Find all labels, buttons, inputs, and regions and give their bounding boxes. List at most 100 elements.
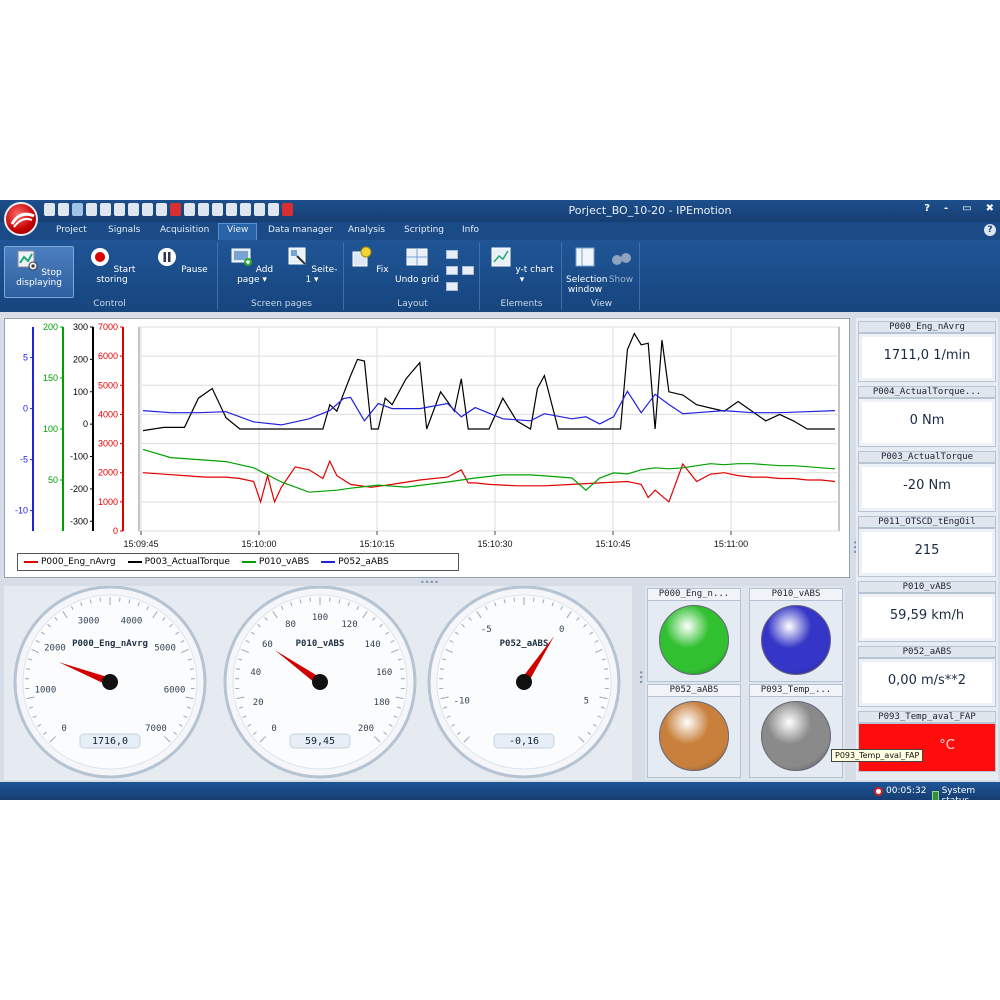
yt-chart[interactable]: 15:09:45 15:10:00 15:10:15 15:10:30 15:10:45… — [5, 319, 851, 579]
application-logo-icon[interactable] — [4, 202, 38, 236]
tab-analysis[interactable]: Analysis — [348, 225, 385, 235]
window-minimize-button[interactable]: - — [944, 203, 948, 214]
tab-info[interactable]: Info — [462, 225, 479, 235]
gauge-tick-label: 200 — [358, 724, 374, 734]
tab-view[interactable]: View — [218, 223, 258, 240]
value-box[interactable]: P011_OTSCD_tEngOil 215 — [858, 516, 996, 579]
start-storing-button[interactable]: Start storing — [80, 246, 144, 285]
value-box[interactable]: P093_Temp_aval_FAP °C — [858, 711, 996, 774]
undo-grid-label: Undo grid — [395, 275, 439, 285]
y-tick-label: 150 — [43, 373, 58, 383]
gauge-tick — [399, 668, 405, 670]
gauge-tick-label: 4000 — [121, 617, 143, 627]
yt-chart-button[interactable]: y-t chart ▾ — [490, 246, 554, 285]
value-box-value: 59,59 km/h — [858, 593, 996, 642]
legend-swatch — [321, 561, 336, 563]
window-help-button[interactable]: ? — [924, 203, 930, 214]
lamp-label: P052_aABS — [648, 685, 740, 697]
add-page-button[interactable]: Add page ▾ — [224, 246, 280, 285]
value-box[interactable]: P003_ActualTorque -20 Nm — [858, 451, 996, 514]
value-box-value: 0,00 m/s**2 — [858, 658, 996, 707]
y-tick-label: -200 — [70, 484, 88, 494]
pause-button[interactable]: Pause — [152, 246, 212, 275]
value-box[interactable]: P004_ActualTorque... 0 Nm — [858, 386, 996, 449]
seite-1-button[interactable]: Seite-1 ▾ — [284, 246, 340, 285]
gauge-hub — [102, 674, 118, 690]
stop-displaying-button[interactable]: Stop displaying — [4, 246, 74, 298]
y-tick-label: 3000 — [98, 439, 118, 449]
system-status-text: System status — [941, 786, 976, 800]
x-tick-label: 15:10:15 — [359, 539, 394, 549]
system-status[interactable]: System status — [932, 786, 1000, 800]
lamp-indicator[interactable]: P010_vABS — [749, 588, 843, 682]
tab-acquisition[interactable]: Acquisition — [160, 225, 209, 235]
layout-horizontal-icon[interactable] — [446, 266, 458, 275]
gauge-value: -0,16 — [509, 736, 539, 747]
gauge-tick — [25, 668, 31, 670]
gauge-tick-label: 160 — [376, 668, 392, 678]
legend-label: P003_ActualTorque — [144, 557, 230, 567]
layout-split-icon[interactable] — [446, 250, 458, 259]
y-tick-label: 200 — [73, 354, 88, 364]
title-bar: Porject_BO_10-20 - IPEmotion ? - ▭ ✖ — [0, 200, 1000, 222]
y-tick-label: 100 — [73, 387, 88, 397]
layout-vertical-icon[interactable] — [462, 266, 474, 275]
yt-chart-label: y-t chart ▾ — [515, 265, 554, 285]
lamp-indicator[interactable]: P000_Eng_n... — [647, 588, 741, 682]
selection-window-button[interactable]: Selection window — [566, 246, 607, 295]
start-storing-label: Start storing — [96, 265, 136, 285]
gauge-tick-label: 5000 — [154, 643, 176, 653]
gauge-tick-label: 100 — [312, 613, 328, 623]
fix-button[interactable]: Fix — [350, 246, 390, 275]
help-icon[interactable]: ? — [984, 224, 996, 236]
window-restore-button[interactable]: ▭ — [962, 203, 971, 214]
recording-timer: 00:05:32 — [874, 786, 926, 796]
gauge-tick-label: 120 — [341, 620, 357, 630]
gauge-tick — [603, 668, 609, 670]
window-close-button[interactable]: ✖ — [986, 203, 994, 214]
y-tick-label: 6000 — [98, 351, 118, 361]
undo-grid-button[interactable]: Undo grid — [394, 246, 440, 285]
legend-swatch — [241, 561, 256, 563]
stop-displaying-icon — [17, 250, 38, 271]
layout-rows-icon[interactable] — [446, 282, 458, 291]
value-box-value: 1711,0 1/min — [858, 333, 996, 382]
gauge-hub — [516, 674, 532, 690]
gauge-splitter[interactable]: ••• — [636, 670, 645, 684]
y-tick-label: 4000 — [98, 409, 118, 419]
value-box[interactable]: P010_vABS 59,59 km/h — [858, 581, 996, 644]
gauge-tick — [235, 668, 241, 670]
ribbon-group-layout: Fix Undo grid Layout — [346, 242, 480, 310]
x-tick-label: 15:10:00 — [241, 539, 276, 549]
value-box-value: °C — [858, 723, 996, 772]
legend-item: P010_vABS — [241, 557, 309, 567]
tab-scripting[interactable]: Scripting — [404, 225, 444, 235]
gauge-title: P010_vABS — [296, 639, 345, 649]
lamp-indicator[interactable]: P052_aABS — [647, 684, 741, 778]
tab-project[interactable]: Project — [56, 225, 87, 235]
value-box-value: -20 Nm — [858, 463, 996, 512]
x-tick-label: 15:10:30 — [477, 539, 512, 549]
legend-item: P003_ActualTorque — [127, 557, 230, 567]
legend-item: P052_aABS — [321, 557, 389, 567]
ribbon-group-elements: y-t chart ▾ Elements — [482, 242, 562, 310]
record-status-icon — [874, 786, 883, 796]
value-box[interactable]: P052_aABS 0,00 m/s**2 — [858, 646, 996, 709]
value-box-header: P011_OTSCD_tEngOil — [858, 516, 996, 528]
value-box-header: P010_vABS — [858, 581, 996, 593]
tab-signals[interactable]: Signals — [108, 225, 140, 235]
gauge-tick-label: 40 — [250, 668, 261, 678]
ribbon-group-screen-pages: Add page ▾ Seite-1 ▾ Screen pages — [220, 242, 344, 310]
view-group-label: View — [590, 299, 613, 309]
y-tick-label: 200 — [43, 322, 58, 332]
value-box[interactable]: P000_Eng_nAvrg 1711,0 1/min — [858, 321, 996, 384]
yt-chart-icon — [491, 247, 511, 267]
y-tick-label: 0 — [83, 419, 88, 429]
show-button[interactable]: Show — [606, 246, 636, 285]
tab-data-manager[interactable]: Data manager — [268, 225, 333, 235]
lamp-indicator[interactable]: P093_Temp_... — [749, 684, 843, 778]
gauge-hub — [312, 674, 328, 690]
yt-chart-panel[interactable]: 15:09:45 15:10:00 15:10:15 15:10:30 15:10:45… — [4, 318, 850, 578]
status-bar: 00:05:32 System status — [0, 782, 1000, 800]
legend-swatch — [24, 561, 38, 563]
